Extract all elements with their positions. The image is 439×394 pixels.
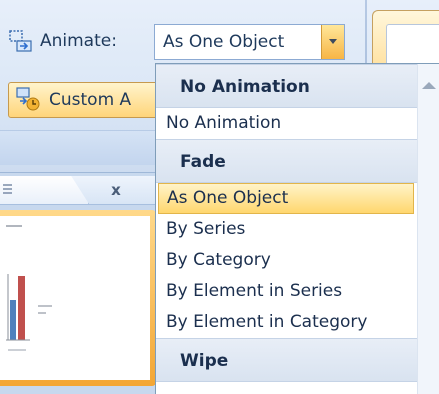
menu-header-fade: Fade <box>156 139 418 183</box>
pane-tab-bar: x <box>0 176 162 205</box>
animate-dropdown[interactable]: As One Object <box>154 24 345 60</box>
dropdown-list: No Animation No Animation Fade As One Ob… <box>156 64 418 382</box>
scroll-up-arrow-icon[interactable] <box>422 82 436 89</box>
menu-item-by-element-in-series[interactable]: By Element in Series <box>158 276 414 307</box>
dropdown-scrollbar[interactable] <box>417 64 439 394</box>
outline-icon <box>3 184 12 194</box>
custom-animation-icon <box>15 85 41 116</box>
slide-thumbnail[interactable] <box>0 216 150 380</box>
menu-header-wipe: Wipe <box>156 338 418 382</box>
animate-label: Animate: <box>40 31 117 51</box>
animate-icon <box>8 28 34 54</box>
chart-thumbnail-icon <box>6 225 52 351</box>
custom-animation-button[interactable]: Custom A <box>8 82 178 118</box>
slides-pane: x <box>0 176 162 394</box>
custom-animation-label: Custom A <box>49 90 132 110</box>
menu-header-no-animation: No Animation <box>156 64 418 108</box>
animate-dropdown-menu: No Animation No Animation Fade As One Ob… <box>155 63 439 394</box>
menu-item-by-element-in-category[interactable]: By Element in Category <box>158 307 414 338</box>
close-icon[interactable]: x <box>104 178 128 202</box>
animate-row: Animate: <box>8 22 117 60</box>
chevron-down-icon[interactable] <box>321 25 344 59</box>
menu-item-no-animation[interactable]: No Animation <box>158 108 414 139</box>
animate-dropdown-value: As One Object <box>163 32 285 52</box>
chart-bar-blue <box>10 300 16 340</box>
menu-item-as-one-object[interactable]: As One Object <box>158 183 414 214</box>
slides-tab[interactable] <box>0 176 89 204</box>
chart-bar-red <box>18 276 25 340</box>
menu-item-by-category[interactable]: By Category <box>158 245 414 276</box>
menu-item-by-series[interactable]: By Series <box>158 214 414 245</box>
